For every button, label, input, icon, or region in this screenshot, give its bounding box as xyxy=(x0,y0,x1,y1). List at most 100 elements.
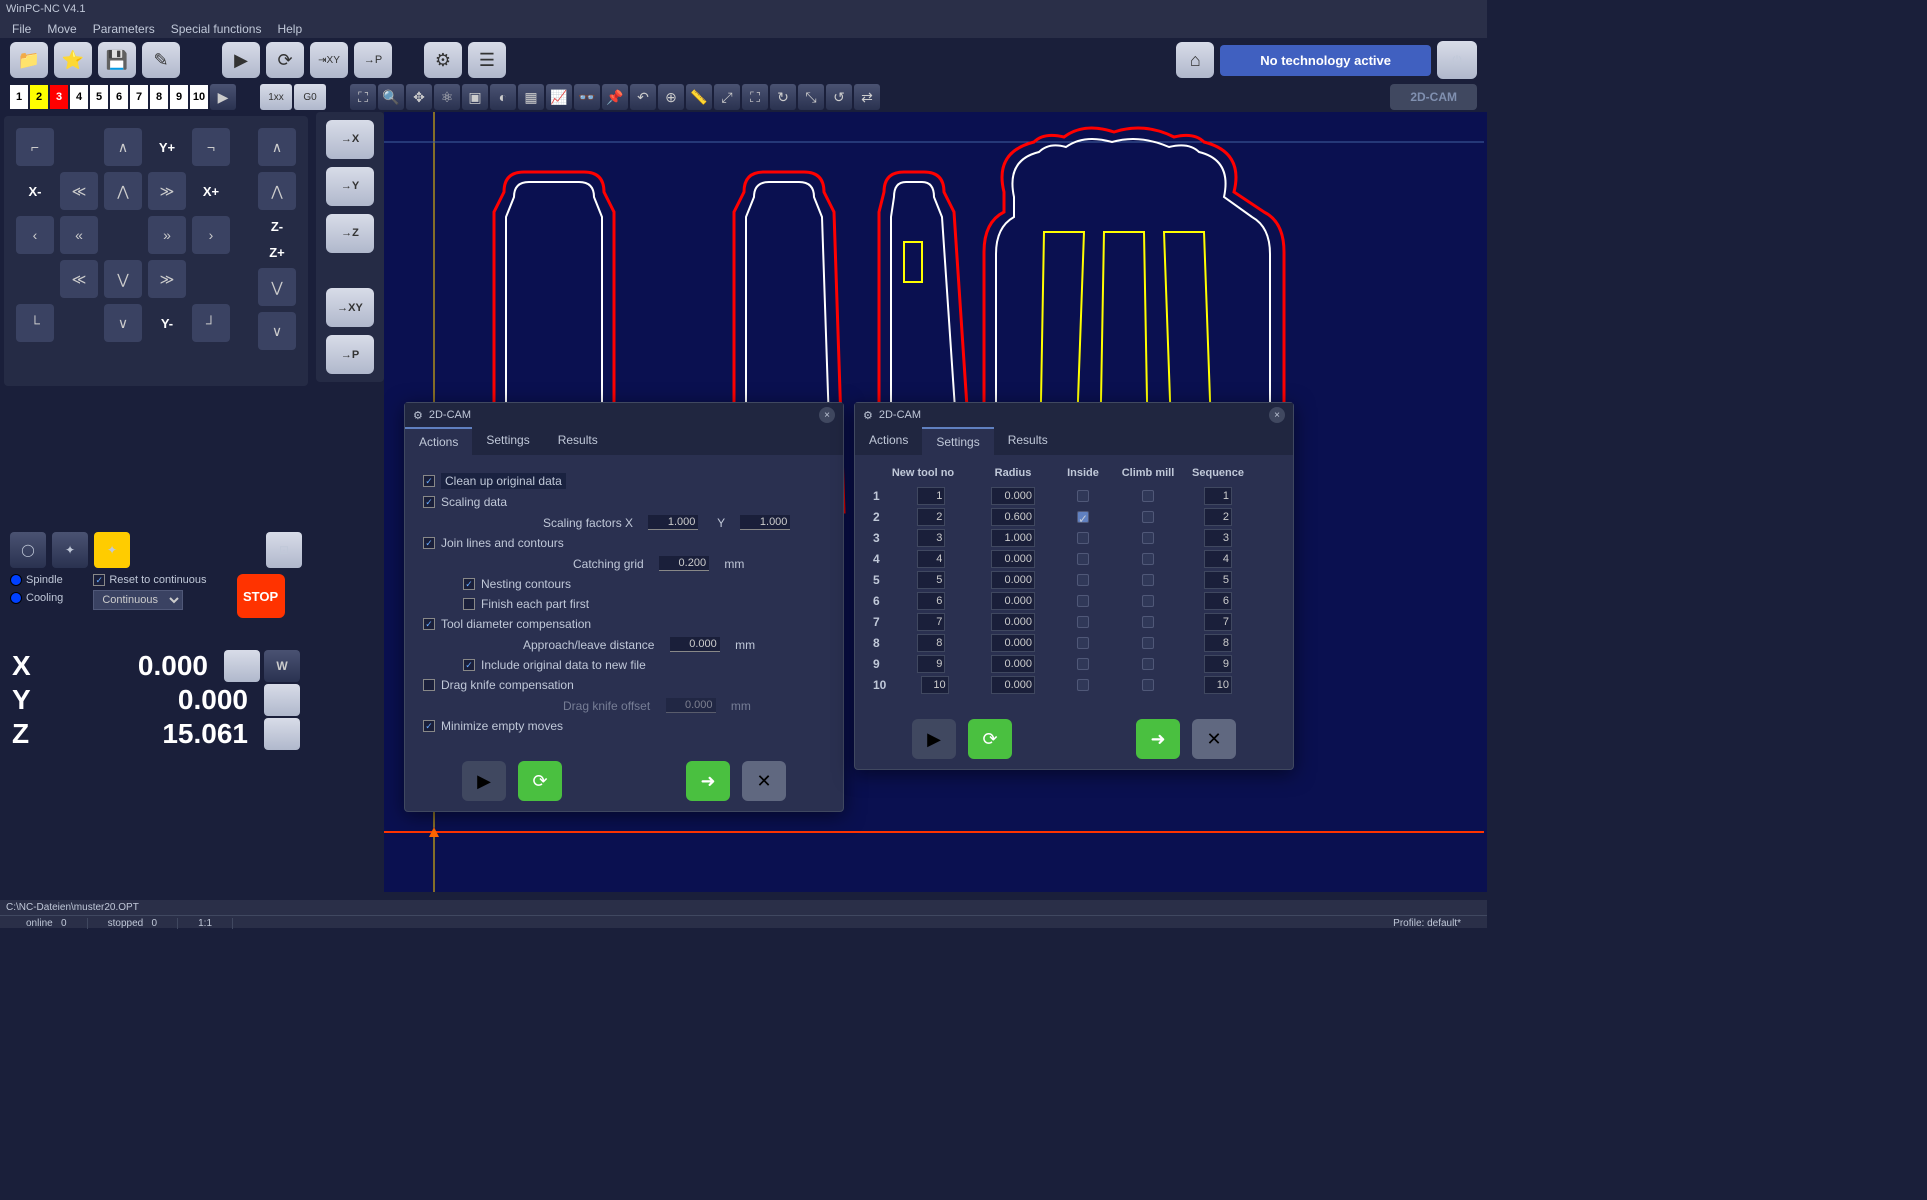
seq-input[interactable] xyxy=(1204,592,1232,610)
seq-input[interactable] xyxy=(1204,655,1232,673)
jog-up-fast[interactable]: ⋀ xyxy=(104,172,142,210)
jog-right2[interactable]: ≫ xyxy=(148,172,186,210)
sliders-button[interactable]: ☰ xyxy=(468,42,506,78)
tool-no-input[interactable] xyxy=(917,529,945,547)
home-xy-button[interactable]: ⇥XY xyxy=(310,42,348,78)
undo-icon[interactable]: ↶ xyxy=(630,84,656,110)
tool-9[interactable]: 9 xyxy=(170,85,188,109)
atom-icon[interactable]: ⚛ xyxy=(434,84,460,110)
inside-check[interactable] xyxy=(1077,574,1089,586)
settings-gear-button[interactable]: ⚙ xyxy=(424,42,462,78)
seq-input[interactable] xyxy=(1204,550,1232,568)
nesting-check[interactable] xyxy=(463,578,475,590)
pin-icon[interactable]: 📌 xyxy=(602,84,628,110)
center-button[interactable]: ✦ xyxy=(94,532,130,568)
dlg2-refresh[interactable]: ⟳ xyxy=(968,719,1012,759)
radius-input[interactable] xyxy=(991,550,1035,568)
favorites-button[interactable]: ⭐ xyxy=(54,42,92,78)
inside-check[interactable] xyxy=(1077,532,1089,544)
play-button[interactable]: ▶ xyxy=(222,42,260,78)
probe-button[interactable]: ◯ xyxy=(10,532,46,568)
jog-up[interactable]: ∧ xyxy=(104,128,142,166)
tab2-actions[interactable]: Actions xyxy=(855,427,922,455)
spindle-label[interactable]: Spindle xyxy=(26,574,63,586)
btn-g0[interactable]: G0 xyxy=(294,84,326,110)
radius-input[interactable] xyxy=(991,571,1035,589)
crosshair-button[interactable]: ✦ xyxy=(52,532,88,568)
radius-input[interactable] xyxy=(991,634,1035,652)
radius-input[interactable] xyxy=(991,487,1035,505)
finish-check[interactable] xyxy=(463,598,475,610)
seq-input[interactable] xyxy=(1204,676,1232,694)
tool-6[interactable]: 6 xyxy=(110,85,128,109)
scaling-check[interactable] xyxy=(423,496,435,508)
close-dlg1[interactable]: × xyxy=(819,407,835,423)
jog-down3[interactable]: ≫ xyxy=(148,260,186,298)
dlg1-play[interactable]: ▶ xyxy=(462,761,506,801)
goto-xy-button[interactable]: →XY xyxy=(326,288,374,327)
jog-right-fast[interactable]: » xyxy=(148,216,186,254)
zero-z-button[interactable] xyxy=(264,718,300,750)
dlg1-cancel[interactable]: ✕ xyxy=(742,761,786,801)
cube-icon[interactable]: ▣ xyxy=(462,84,488,110)
tool-no-input[interactable] xyxy=(917,655,945,673)
scaling-y-input[interactable] xyxy=(740,515,790,530)
jog-down[interactable]: ∨ xyxy=(104,304,142,342)
scale100-icon[interactable]: ⤡ xyxy=(798,84,824,110)
pan-icon[interactable]: ✥ xyxy=(406,84,432,110)
jog-right[interactable]: › xyxy=(192,216,230,254)
radius-input[interactable] xyxy=(991,613,1035,631)
jog-nw[interactable]: ⌐ xyxy=(16,128,54,166)
reset-checkbox[interactable] xyxy=(93,574,105,586)
reset-view-icon[interactable]: ↺ xyxy=(826,84,852,110)
grid-icon[interactable]: ▦ xyxy=(518,84,544,110)
menu-special[interactable]: Special functions xyxy=(165,20,268,36)
seq-input[interactable] xyxy=(1204,613,1232,631)
zoom-icon[interactable]: 🔍 xyxy=(378,84,404,110)
edit-button[interactable]: ✎ xyxy=(142,42,180,78)
open-file-button[interactable]: 📁 xyxy=(10,42,48,78)
tool-no-input[interactable] xyxy=(917,508,945,526)
radius-input[interactable] xyxy=(991,592,1035,610)
dlg2-apply[interactable]: ➜ xyxy=(1136,719,1180,759)
goto-x-button[interactable]: →X xyxy=(326,120,374,159)
inside-check[interactable] xyxy=(1077,679,1089,691)
z-down-fast[interactable]: ⋁ xyxy=(258,268,296,306)
seq-input[interactable] xyxy=(1204,508,1232,526)
tool-no-input[interactable] xyxy=(917,550,945,568)
inside-check[interactable] xyxy=(1077,658,1089,670)
jog-left-fast[interactable]: « xyxy=(60,216,98,254)
menu-file[interactable]: File xyxy=(6,20,37,36)
btn-1xx[interactable]: 1xx xyxy=(260,84,292,110)
z-down[interactable]: ∨ xyxy=(258,312,296,350)
tool-no-input[interactable] xyxy=(917,634,945,652)
goto-y-button[interactable]: →Y xyxy=(326,167,374,206)
jog-down-fast[interactable]: ⋁ xyxy=(104,260,142,298)
zero-x-button[interactable] xyxy=(224,650,260,682)
cooling-label[interactable]: Cooling xyxy=(26,592,63,604)
contrast-icon[interactable]: ◐ xyxy=(490,84,516,110)
tool-2[interactable]: 2 xyxy=(30,85,48,109)
tool-5[interactable]: 5 xyxy=(90,85,108,109)
reload-button[interactable]: ⟳ xyxy=(266,42,304,78)
jog-up2[interactable]: ≪ xyxy=(60,172,98,210)
jog-down2[interactable]: ≪ xyxy=(60,260,98,298)
tab-results[interactable]: Results xyxy=(544,427,612,455)
tab2-results[interactable]: Results xyxy=(994,427,1062,455)
jog-se[interactable]: ┘ xyxy=(192,304,230,342)
dlg1-apply[interactable]: ➜ xyxy=(686,761,730,801)
menu-parameters[interactable]: Parameters xyxy=(87,20,161,36)
drawing-canvas[interactable]: ⚙2D-CAM× Actions Settings Results Clean … xyxy=(384,112,1487,892)
tool-1[interactable]: 1 xyxy=(10,85,28,109)
seq-input[interactable] xyxy=(1204,634,1232,652)
graph-icon[interactable]: 📈 xyxy=(546,84,572,110)
cam-mode-label[interactable]: 2D-CAM xyxy=(1390,84,1477,110)
approach-input[interactable] xyxy=(670,637,720,652)
tool-7[interactable]: 7 xyxy=(130,85,148,109)
home-button[interactable]: ⌂ xyxy=(1176,42,1214,78)
inside-check[interactable] xyxy=(1077,637,1089,649)
tool-no-input[interactable] xyxy=(917,613,945,631)
w-button[interactable]: W xyxy=(264,650,300,682)
radius-input[interactable] xyxy=(991,508,1035,526)
climb-check[interactable] xyxy=(1142,595,1154,607)
